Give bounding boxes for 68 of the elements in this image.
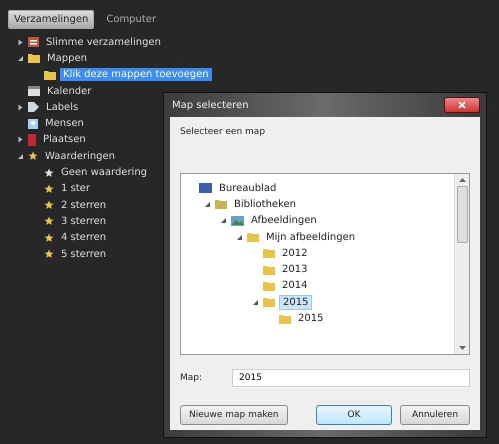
- collapse-arrow-icon[interactable]: [252, 298, 258, 306]
- tree-item[interactable]: Mijn afbeeldingen: [263, 230, 358, 244]
- tab[interactable]: Verzamelingen: [8, 10, 94, 29]
- folder-name-field[interactable]: 2015: [232, 369, 470, 387]
- dialog-button[interactable]: Nieuwe map maken: [180, 405, 288, 425]
- tree-item[interactable]: Kalender: [44, 84, 94, 98]
- dialog-button[interactable]: OK: [316, 405, 392, 425]
- star-icon: [44, 184, 54, 194]
- star-icon: [44, 249, 54, 259]
- scroll-up-icon[interactable]: [458, 177, 466, 182]
- collection-icon: [28, 37, 39, 48]
- instruction-text: Selecteer een map: [180, 127, 266, 137]
- star-icon: [44, 232, 54, 243]
- folder-icon: [263, 280, 275, 291]
- tree-item[interactable]: 2015: [295, 312, 326, 326]
- tree-item[interactable]: Plaatsen: [40, 133, 89, 146]
- collapse-arrow-icon[interactable]: [220, 217, 226, 224]
- star-icon: [44, 168, 54, 178]
- tree-item[interactable]: Afbeeldingen: [248, 214, 320, 228]
- tree-item[interactable]: Geen waardering: [58, 166, 150, 180]
- dialog-button[interactable]: Annuleren: [400, 405, 470, 425]
- expand-arrow-icon[interactable]: [16, 136, 24, 144]
- folder-icon: [247, 232, 259, 242]
- tree-item[interactable]: Slimme verzamelingen: [43, 36, 164, 49]
- calendar-icon: [28, 86, 40, 96]
- tree-item[interactable]: Waarderingen: [42, 150, 118, 163]
- collapse-arrow-icon[interactable]: [16, 54, 24, 62]
- expand-arrow-icon[interactable]: [16, 38, 24, 46]
- desktop-icon: [199, 183, 212, 194]
- folder-icon: [28, 53, 40, 64]
- tree-item[interactable]: 2014: [279, 279, 310, 292]
- star-icon: [28, 151, 38, 162]
- tree-item[interactable]: 3 sterren: [58, 214, 110, 228]
- tree-item[interactable]: 2012: [279, 246, 310, 260]
- folder-icon: [263, 297, 275, 308]
- tree-item[interactable]: 1 ster: [58, 182, 93, 196]
- pictures-icon: [231, 216, 244, 226]
- tree-item[interactable]: Bibliotheken: [231, 198, 299, 211]
- folder-icon: [263, 248, 275, 258]
- tree-item[interactable]: 4 sterren: [58, 231, 110, 244]
- folder-icon: [279, 314, 291, 324]
- collapse-arrow-icon[interactable]: [16, 152, 24, 160]
- person-icon: [28, 118, 38, 129]
- folder-icon: [215, 199, 227, 210]
- tree-item[interactable]: 5 sterren: [58, 248, 110, 260]
- tree-item[interactable]: Mappen: [44, 52, 90, 65]
- scroll-thumb[interactable]: [456, 186, 468, 243]
- dialog-title: Map selecteren: [172, 100, 249, 110]
- close-icon: [458, 101, 466, 109]
- tree-item[interactable]: Bureaublad: [216, 182, 280, 195]
- collapse-arrow-icon[interactable]: [236, 234, 242, 241]
- close-button[interactable]: [444, 97, 480, 113]
- tree-item[interactable]: 2013: [279, 263, 310, 276]
- tag-icon: [28, 102, 39, 112]
- folder-icon: [263, 264, 275, 275]
- scroll-down-icon[interactable]: [458, 346, 466, 351]
- star-icon: [44, 200, 54, 210]
- folder-icon: [44, 70, 56, 80]
- tree-item[interactable]: Labels: [43, 100, 82, 114]
- tree-item[interactable]: Mensen: [42, 117, 87, 130]
- folder-label: Map:: [180, 373, 202, 383]
- collapse-arrow-icon[interactable]: [204, 200, 210, 208]
- tree-item[interactable]: 2 sterren: [58, 198, 110, 212]
- star-icon: [44, 216, 54, 226]
- tab[interactable]: Computer: [100, 10, 162, 29]
- scrollbar[interactable]: [454, 174, 469, 354]
- expand-arrow-icon[interactable]: [16, 104, 24, 111]
- tree-item[interactable]: 2015: [279, 294, 312, 310]
